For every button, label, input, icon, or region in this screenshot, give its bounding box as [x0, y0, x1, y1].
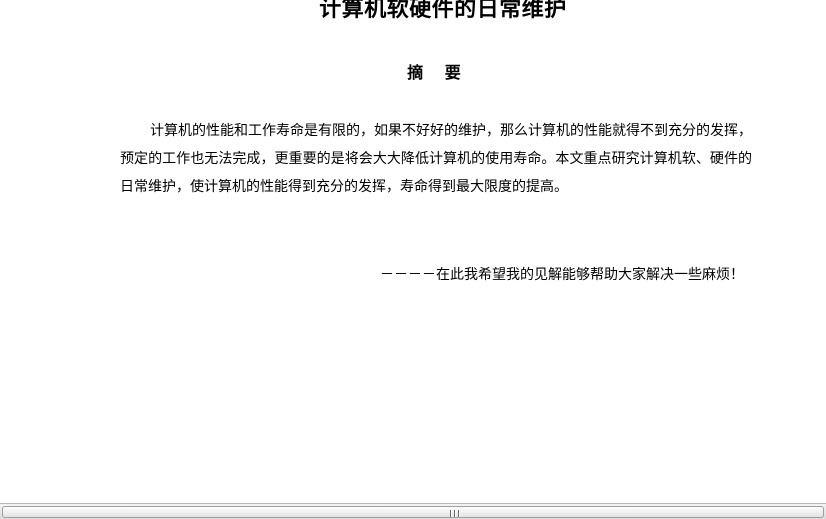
- grip-lines-icon: [450, 510, 459, 517]
- document-title: 计算机软硬件的日常维护: [319, 0, 567, 22]
- abstract-paragraph: 计算机的性能和工作寿命是有限的，如果不好好的维护，那么计算机的性能就得不到充分的…: [120, 123, 752, 195]
- scrollbar-thumb[interactable]: [2, 506, 824, 518]
- document-page: 计算机软硬件的日常维护 摘 要 计算机的性能和工作寿命是有限的，如果不好好的维护…: [0, 0, 826, 519]
- horizontal-scrollbar[interactable]: [0, 503, 826, 519]
- closing-remark: －－－－在此我希望我的见解能够帮助大家解决一些麻烦！: [380, 267, 744, 283]
- abstract-heading: 摘 要: [407, 63, 469, 82]
